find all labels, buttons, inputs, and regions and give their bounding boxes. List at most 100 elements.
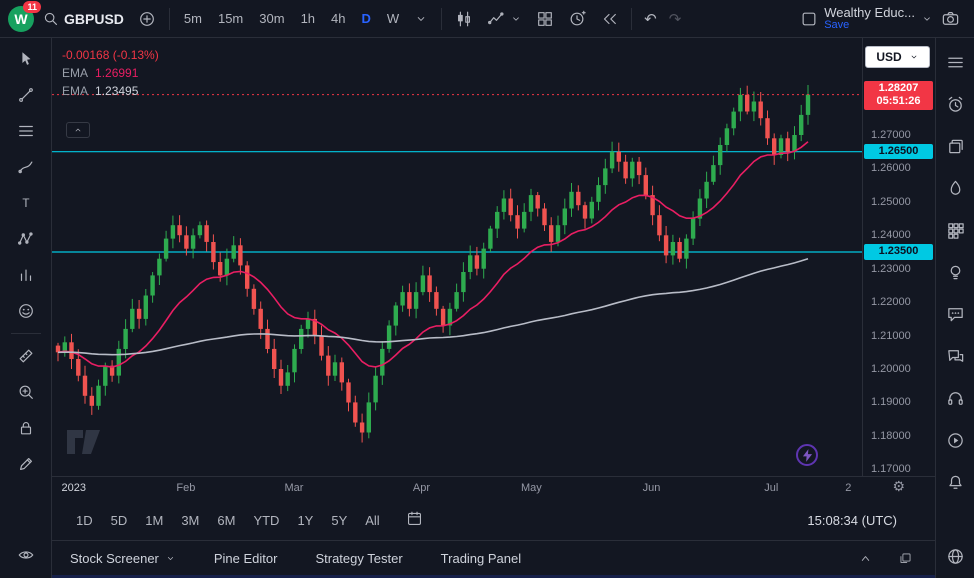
range-ytd-button[interactable]: YTD: [245, 509, 287, 532]
range-1d-button[interactable]: 1D: [68, 509, 101, 532]
chevron-down-icon: [414, 12, 428, 26]
currency-selector[interactable]: USD: [865, 46, 930, 68]
timeframe-15m[interactable]: 15m: [211, 7, 250, 30]
range-all-button[interactable]: All: [357, 509, 387, 532]
time-axis-label: Feb: [176, 482, 195, 494]
candlestick-chart[interactable]: [52, 38, 862, 476]
user-avatar[interactable]: W 11: [8, 6, 34, 32]
alert-clock-icon: [568, 10, 586, 28]
timeframe-1d[interactable]: D: [355, 7, 378, 30]
range-3m-button[interactable]: 3M: [173, 509, 207, 532]
tab-trading-panel[interactable]: Trading Panel: [441, 551, 521, 566]
lock-drawings-button[interactable]: [7, 411, 45, 445]
tradingview-app: W 11 GBPUSD 5m 15m 30m 1h 4h D W: [0, 0, 974, 578]
brush-tool-button[interactable]: [7, 150, 45, 184]
panel-collapse-button[interactable]: [853, 546, 877, 570]
chevron-up-icon: [73, 125, 83, 135]
layout-grid-button[interactable]: [530, 6, 560, 32]
save-layout-link[interactable]: Save: [824, 20, 915, 32]
timeframe-5m[interactable]: 5m: [177, 7, 209, 30]
timeframe-30m[interactable]: 30m: [252, 7, 291, 30]
undo-button[interactable]: ↶: [639, 8, 662, 30]
range-1y-button[interactable]: 1Y: [289, 509, 321, 532]
support-button[interactable]: [943, 386, 967, 410]
remove-drawings-button[interactable]: [7, 447, 45, 481]
price-axis-label: 1.20000: [871, 363, 911, 375]
ideas-button[interactable]: [943, 260, 967, 284]
last-price-value: 1.28207: [864, 82, 933, 96]
legend-collapse-button[interactable]: [66, 122, 90, 138]
tab-pine-editor[interactable]: Pine Editor: [214, 551, 278, 566]
range-5y-button[interactable]: 5Y: [323, 509, 355, 532]
tab-strategy-tester[interactable]: Strategy Tester: [315, 551, 402, 566]
timeframe-1h[interactable]: 1h: [294, 7, 322, 30]
chevron-down-icon: [921, 13, 933, 25]
zoom-tool-button[interactable]: [7, 375, 45, 409]
chart-settings-button[interactable]: ⚙: [892, 478, 905, 495]
ema-legend-row[interactable]: EMA 1.23495: [62, 84, 159, 98]
timeframe-menu-button[interactable]: [408, 8, 434, 30]
plus-circle-icon: [138, 10, 156, 28]
ema-legend-row[interactable]: EMA 1.26991: [62, 66, 159, 80]
toolbar-divider: [441, 8, 442, 30]
range-1m-button[interactable]: 1M: [137, 509, 171, 532]
range-6m-button[interactable]: 6M: [209, 509, 243, 532]
range-5d-button[interactable]: 5D: [103, 509, 136, 532]
time-axis-label: Jun: [643, 482, 661, 494]
alerts-button[interactable]: [943, 92, 967, 116]
watchlist-icon: [946, 53, 965, 72]
last-price-badge: 1.28207 05:51:26: [864, 81, 933, 111]
emoji-tool-button[interactable]: [7, 294, 45, 328]
chevron-down-icon: [165, 553, 176, 564]
layout-manager[interactable]: Wealthy Educ... Save: [800, 6, 933, 31]
text-tool-button[interactable]: T: [7, 186, 45, 220]
notification-count-badge: 11: [23, 1, 41, 13]
forecast-tool-button[interactable]: [7, 258, 45, 292]
go-to-date-button[interactable]: [398, 506, 431, 534]
redo-icon: ↷: [669, 11, 682, 28]
cursor-tool-button[interactable]: [7, 42, 45, 76]
object-tree-button[interactable]: [943, 544, 967, 568]
lightning-bolt-icon: [802, 449, 813, 462]
time-axis[interactable]: ⚙ 2023FebMarAprMayJunJul2: [52, 476, 935, 500]
ideas-stack-button[interactable]: [943, 134, 967, 158]
measure-tool-button[interactable]: [7, 339, 45, 373]
chart-plot[interactable]: -0.00168 (-0.13%) EMA 1.26991 EMA 1.2349…: [52, 38, 862, 476]
session-clock[interactable]: 15:08:34 (UTC): [807, 513, 919, 528]
panel-maximize-button[interactable]: [893, 546, 917, 570]
chart-style-button[interactable]: [449, 6, 479, 32]
compare-add-button[interactable]: [132, 6, 162, 32]
price-axis-label: 1.27000: [871, 129, 911, 141]
timeframe-4h[interactable]: 4h: [324, 7, 352, 30]
pattern-scanner-badge[interactable]: [796, 444, 818, 466]
timeframe-1w[interactable]: W: [380, 7, 406, 30]
hide-drawings-button[interactable]: [7, 538, 45, 572]
zoom-in-icon: [17, 383, 35, 401]
conversations-button[interactable]: [943, 344, 967, 368]
chat-button[interactable]: [943, 302, 967, 326]
drawing-toolbar: T: [0, 38, 52, 578]
fib-retracement-tool-button[interactable]: [7, 114, 45, 148]
redo-button[interactable]: ↷: [664, 8, 687, 30]
time-axis-label: 2: [845, 482, 851, 494]
indicators-button[interactable]: [481, 6, 528, 32]
hotlists-button[interactable]: [943, 176, 967, 200]
snapshot-button[interactable]: [935, 5, 966, 32]
tab-stock-screener[interactable]: Stock Screener: [70, 551, 176, 566]
price-axis[interactable]: USD 1.270001.260001.250001.240001.230001…: [862, 38, 935, 476]
search-icon: [42, 10, 59, 27]
pattern-tool-button[interactable]: [7, 222, 45, 256]
price-change-label: -0.00168 (-0.13%): [62, 48, 159, 62]
watchlist-button[interactable]: [943, 50, 967, 74]
notifications-button[interactable]: [943, 470, 967, 494]
symbol-search-button[interactable]: GBPUSD: [36, 6, 130, 31]
streams-button[interactable]: [943, 428, 967, 452]
trend-line-tool-button[interactable]: [7, 78, 45, 112]
time-axis-label: Jul: [764, 482, 778, 494]
emoji-icon: [17, 302, 35, 320]
create-alert-button[interactable]: [562, 6, 592, 32]
toolbar-divider: [169, 8, 170, 30]
calendar-button[interactable]: [943, 218, 967, 242]
toolbar-divider: [631, 8, 632, 30]
bar-replay-button[interactable]: [594, 6, 624, 32]
